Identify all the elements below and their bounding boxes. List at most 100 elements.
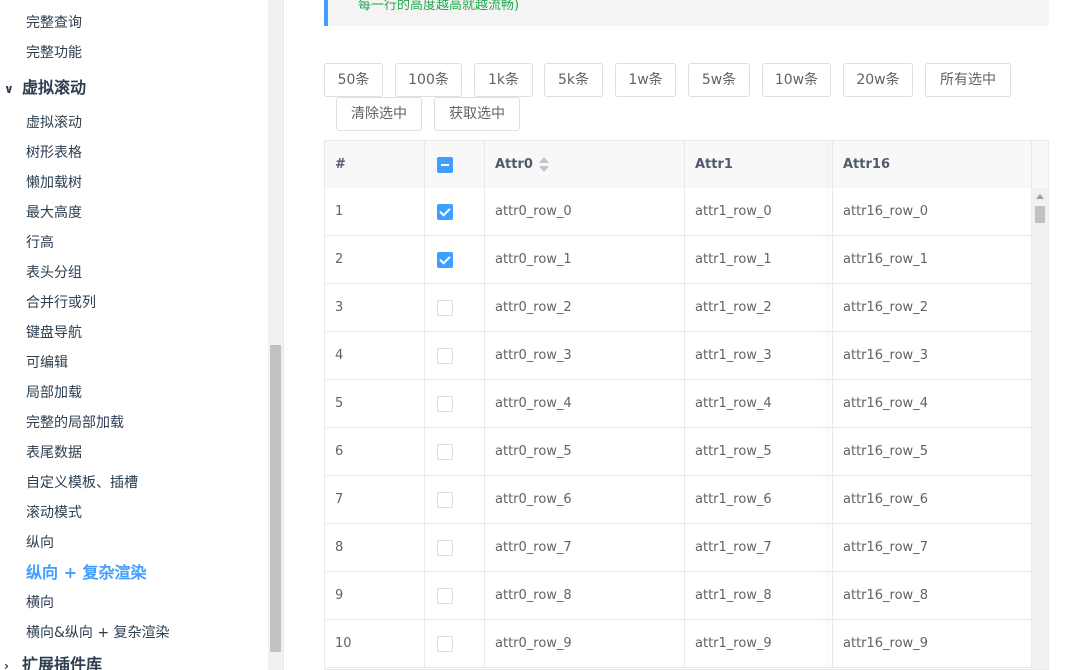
sidebar-item[interactable]: 表头分组 [26,258,82,288]
row-checkbox[interactable] [437,444,453,460]
row-checkbox[interactable] [437,540,453,556]
cell-select [425,380,485,427]
cell-select [425,332,485,379]
table-row[interactable]: 5 attr0_row_4 attr1_row_4 attr16_row_4 [325,380,1032,428]
select-all-button[interactable]: 所有选中 [925,63,1011,97]
sidebar-group-extensions[interactable]: › 扩展插件库 [4,650,102,670]
table-row[interactable]: 7 attr0_row_6 attr1_row_6 attr16_row_6 [325,476,1032,524]
cell-select [425,428,485,475]
load-5w-button[interactable]: 5w条 [688,63,750,97]
sidebar-item[interactable]: 横向 [26,588,54,618]
header-attr0-label: Attr0 [495,157,533,172]
cell-attr1: attr1_row_3 [685,332,833,379]
cell-select [425,524,485,571]
sidebar-item[interactable]: 合并行或列 [26,288,96,318]
cell-attr16: attr16_row_8 [833,572,1032,619]
get-selection-button[interactable]: 获取选中 [434,97,520,131]
row-checkbox[interactable] [437,636,453,652]
table-scrollbar[interactable] [1032,188,1048,669]
cell-attr1: attr1_row_0 [685,188,833,235]
table-row[interactable]: 2 attr0_row_1 attr1_row_1 attr16_row_1 [325,236,1032,284]
sidebar-item[interactable]: 局部加载 [26,378,82,408]
cell-attr1: attr1_row_4 [685,380,833,427]
load-20w-button[interactable]: 20w条 [843,63,913,97]
header-attr0[interactable]: Attr0 [485,141,685,188]
cell-attr1: attr1_row_9 [685,620,833,667]
cell-select [425,620,485,667]
sidebar-group-virtual-scroll[interactable]: ∨ 虚拟滚动 [4,73,86,103]
cell-index: 7 [325,476,425,523]
load-50-button[interactable]: 50条 [324,63,383,97]
table-row[interactable]: 3 attr0_row_2 attr1_row_2 attr16_row_2 [325,284,1032,332]
table-scrollbar-thumb[interactable] [1035,206,1045,223]
scroll-up-icon[interactable] [1036,194,1044,199]
row-checkbox[interactable] [437,204,453,220]
row-checkbox[interactable] [437,300,453,316]
table-row[interactable]: 4 attr0_row_3 attr1_row_3 attr16_row_3 [325,332,1032,380]
cell-attr0: attr0_row_6 [485,476,685,523]
sidebar-item[interactable]: 完整的局部加载 [26,408,124,438]
sidebar-scrollbar-thumb[interactable] [270,345,281,652]
sidebar-item[interactable]: 横向&纵向 + 复杂渲染 [26,618,170,648]
chevron-down-icon: ∨ [4,81,14,96]
sidebar-item[interactable]: 树形表格 [26,138,82,168]
cell-attr0: attr0_row_9 [485,620,685,667]
load-1w-button[interactable]: 1w条 [615,63,676,97]
header-select [425,141,485,188]
cell-attr16: attr16_row_7 [833,524,1032,571]
header-attr1: Attr1 [685,141,833,188]
cell-select [425,284,485,331]
sidebar-item[interactable]: 纵向 [26,528,54,558]
load-5k-button[interactable]: 5k条 [544,63,603,97]
sidebar-item[interactable]: 虚拟滚动 [26,108,82,138]
sort-icon[interactable] [538,156,549,174]
table-row[interactable]: 1 attr0_row_0 attr1_row_0 attr16_row_0 [325,188,1032,236]
sidebar-item[interactable]: 懒加载树 [26,168,82,198]
table-row[interactable]: 8 attr0_row_7 attr1_row_7 attr16_row_7 [325,524,1032,572]
row-checkbox[interactable] [437,396,453,412]
sidebar-item[interactable]: 行高 [26,228,54,258]
sidebar-item[interactable]: 键盘导航 [26,318,82,348]
cell-attr16: attr16_row_9 [833,620,1032,667]
cell-attr16: attr16_row_3 [833,332,1032,379]
sidebar-item[interactable]: 最大高度 [26,198,82,228]
header-checkbox[interactable] [437,157,453,173]
cell-attr16: attr16_row_5 [833,428,1032,475]
cell-attr1: attr1_row_5 [685,428,833,475]
sidebar-item[interactable]: 纵向 + 复杂渲染 [26,558,147,588]
chevron-right-icon: › [4,658,9,670]
clear-selection-button[interactable]: 清除选中 [336,97,422,131]
cell-select [425,572,485,619]
sidebar-item[interactable]: 表尾数据 [26,438,82,468]
header-index: # [325,141,425,188]
cell-index: 5 [325,380,425,427]
load-1k-button[interactable]: 1k条 [474,63,533,97]
cell-index: 9 [325,572,425,619]
tip-text: 每一行的高度越高就越流畅) [358,0,520,13]
row-checkbox[interactable] [437,252,453,268]
sidebar-item[interactable]: 可编辑 [26,348,68,378]
load-100-button[interactable]: 100条 [395,63,462,97]
sidebar-item[interactable]: 自定义模板、插槽 [26,468,138,498]
sidebar-item[interactable]: 滚动模式 [26,498,82,528]
cell-select [425,236,485,283]
cell-attr0: attr0_row_5 [485,428,685,475]
cell-attr1: attr1_row_1 [685,236,833,283]
cell-index: 10 [325,620,425,667]
cell-attr16: attr16_row_1 [833,236,1032,283]
table-row[interactable]: 9 attr0_row_8 attr1_row_8 attr16_row_8 [325,572,1032,620]
load-10w-button[interactable]: 10w条 [762,63,831,97]
row-checkbox[interactable] [437,348,453,364]
cell-select [425,476,485,523]
cell-attr16: attr16_row_4 [833,380,1032,427]
sidebar-item-full-features[interactable]: 完整功能 [26,38,82,68]
cell-attr0: attr0_row_3 [485,332,685,379]
row-checkbox[interactable] [437,588,453,604]
table-row[interactable]: 10 attr0_row_9 attr1_row_9 attr16_row_9 [325,620,1032,668]
table-row[interactable]: 6 attr0_row_5 attr1_row_5 attr16_row_5 [325,428,1032,476]
sidebar-group-label: 虚拟滚动 [22,78,87,97]
cell-index: 2 [325,236,425,283]
cell-select [425,188,485,235]
row-checkbox[interactable] [437,492,453,508]
sidebar-item-full-query[interactable]: 完整查询 [26,8,82,38]
